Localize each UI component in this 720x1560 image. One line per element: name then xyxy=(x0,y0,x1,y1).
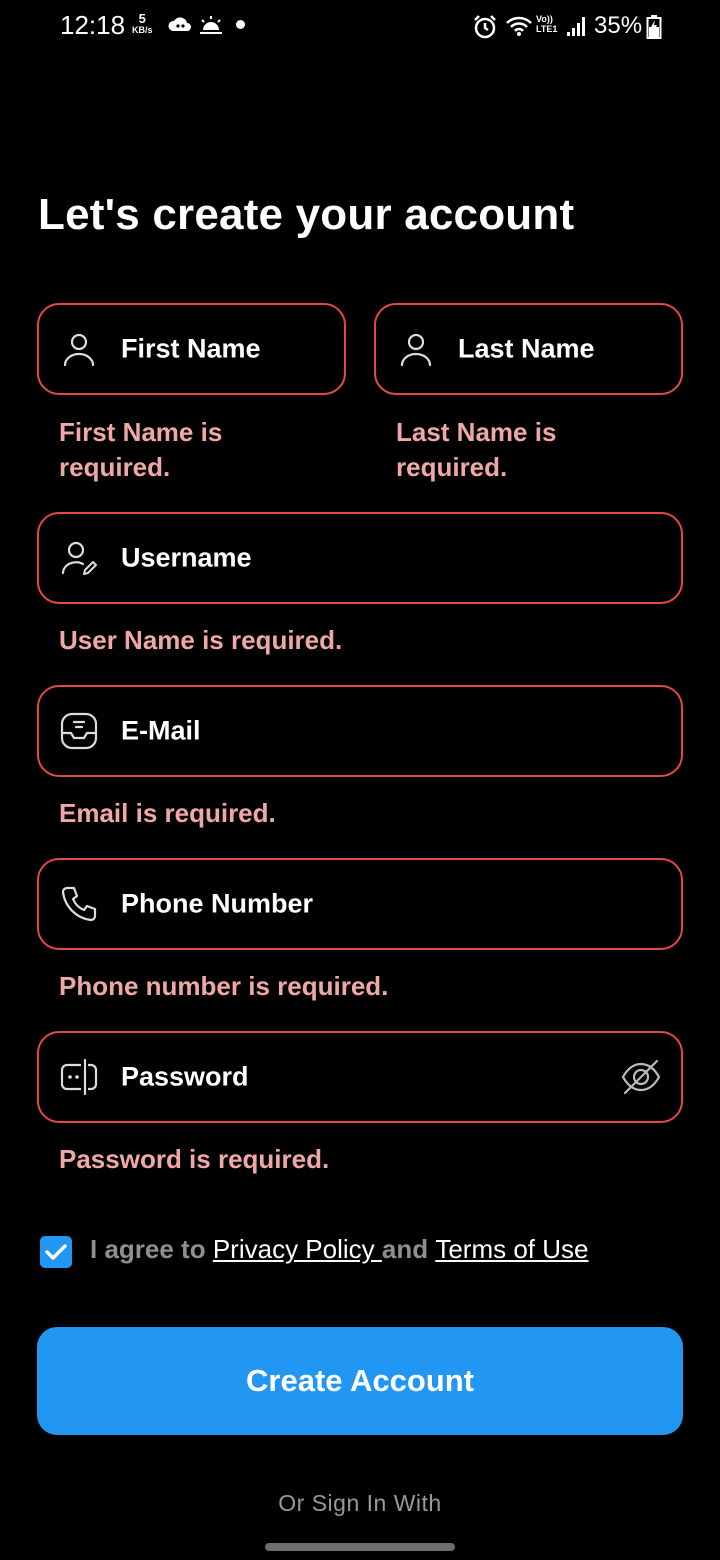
volte-label: Vo)) LTE1 xyxy=(536,14,558,34)
phone-label: Phone Number xyxy=(121,888,314,919)
create-account-button[interactable]: Create Account xyxy=(37,1327,683,1435)
sign-in-divider: Or Sign In With xyxy=(278,1490,442,1516)
last-name-error: Last Name is required. xyxy=(396,417,557,482)
phone-icon xyxy=(61,886,97,922)
agreement-conjunction: and xyxy=(381,1234,436,1264)
user-icon xyxy=(400,333,432,367)
agreement-text: I agree to Privacy Policy and Terms of U… xyxy=(90,1234,588,1265)
cloud-icon xyxy=(168,17,191,31)
home-indicator[interactable] xyxy=(265,1543,455,1551)
wifi-icon xyxy=(506,16,532,36)
password-label: Password xyxy=(121,1061,249,1092)
network-speed-unit: KB/s xyxy=(132,25,153,35)
password-error: Password is required. xyxy=(59,1144,330,1174)
agreement-prefix: I agree to xyxy=(90,1234,213,1264)
password-check-icon xyxy=(60,1058,98,1096)
phone-error: Phone number is required. xyxy=(59,971,389,1001)
username-label: Username xyxy=(121,542,252,573)
username-error: User Name is required. xyxy=(59,625,343,655)
email-field[interactable]: E-Mail xyxy=(37,685,683,777)
status-time: 12:18 xyxy=(60,10,126,40)
checkmark-icon xyxy=(45,1244,67,1260)
phone-field[interactable]: Phone Number xyxy=(37,858,683,950)
notification-dot xyxy=(236,20,245,29)
weather-icon xyxy=(200,16,222,34)
inbox-icon xyxy=(60,712,98,750)
agree-checkbox[interactable] xyxy=(40,1236,72,1268)
privacy-policy-link[interactable]: Privacy Policy xyxy=(213,1234,382,1264)
first-name-label: First Name xyxy=(121,333,261,364)
email-error: Email is required. xyxy=(59,798,276,828)
user-edit-icon xyxy=(61,541,97,575)
password-field[interactable]: Password xyxy=(37,1031,683,1123)
status-bar: 12:18 5 KB/s Vo)) LTE1 35% xyxy=(0,0,720,56)
email-label: E-Mail xyxy=(121,715,201,746)
signal-icon xyxy=(567,17,585,36)
first-name-error: First Name is required. xyxy=(59,417,223,482)
battery-percent: 35% xyxy=(594,12,643,39)
eye-slash-icon[interactable] xyxy=(619,1055,663,1099)
first-name-field[interactable]: First Name xyxy=(37,303,346,395)
user-icon xyxy=(63,333,95,367)
battery-icon xyxy=(646,15,662,39)
terms-of-use-link[interactable]: Terms of Use xyxy=(435,1234,588,1264)
last-name-label: Last Name xyxy=(458,333,595,364)
page-title: Let's create your account xyxy=(38,190,575,239)
network-speed: 5 KB/s xyxy=(132,12,153,36)
username-field[interactable]: Username xyxy=(37,512,683,604)
last-name-field[interactable]: Last Name xyxy=(374,303,683,395)
network-speed-value: 5 xyxy=(138,11,146,26)
alarm-icon xyxy=(474,15,496,39)
